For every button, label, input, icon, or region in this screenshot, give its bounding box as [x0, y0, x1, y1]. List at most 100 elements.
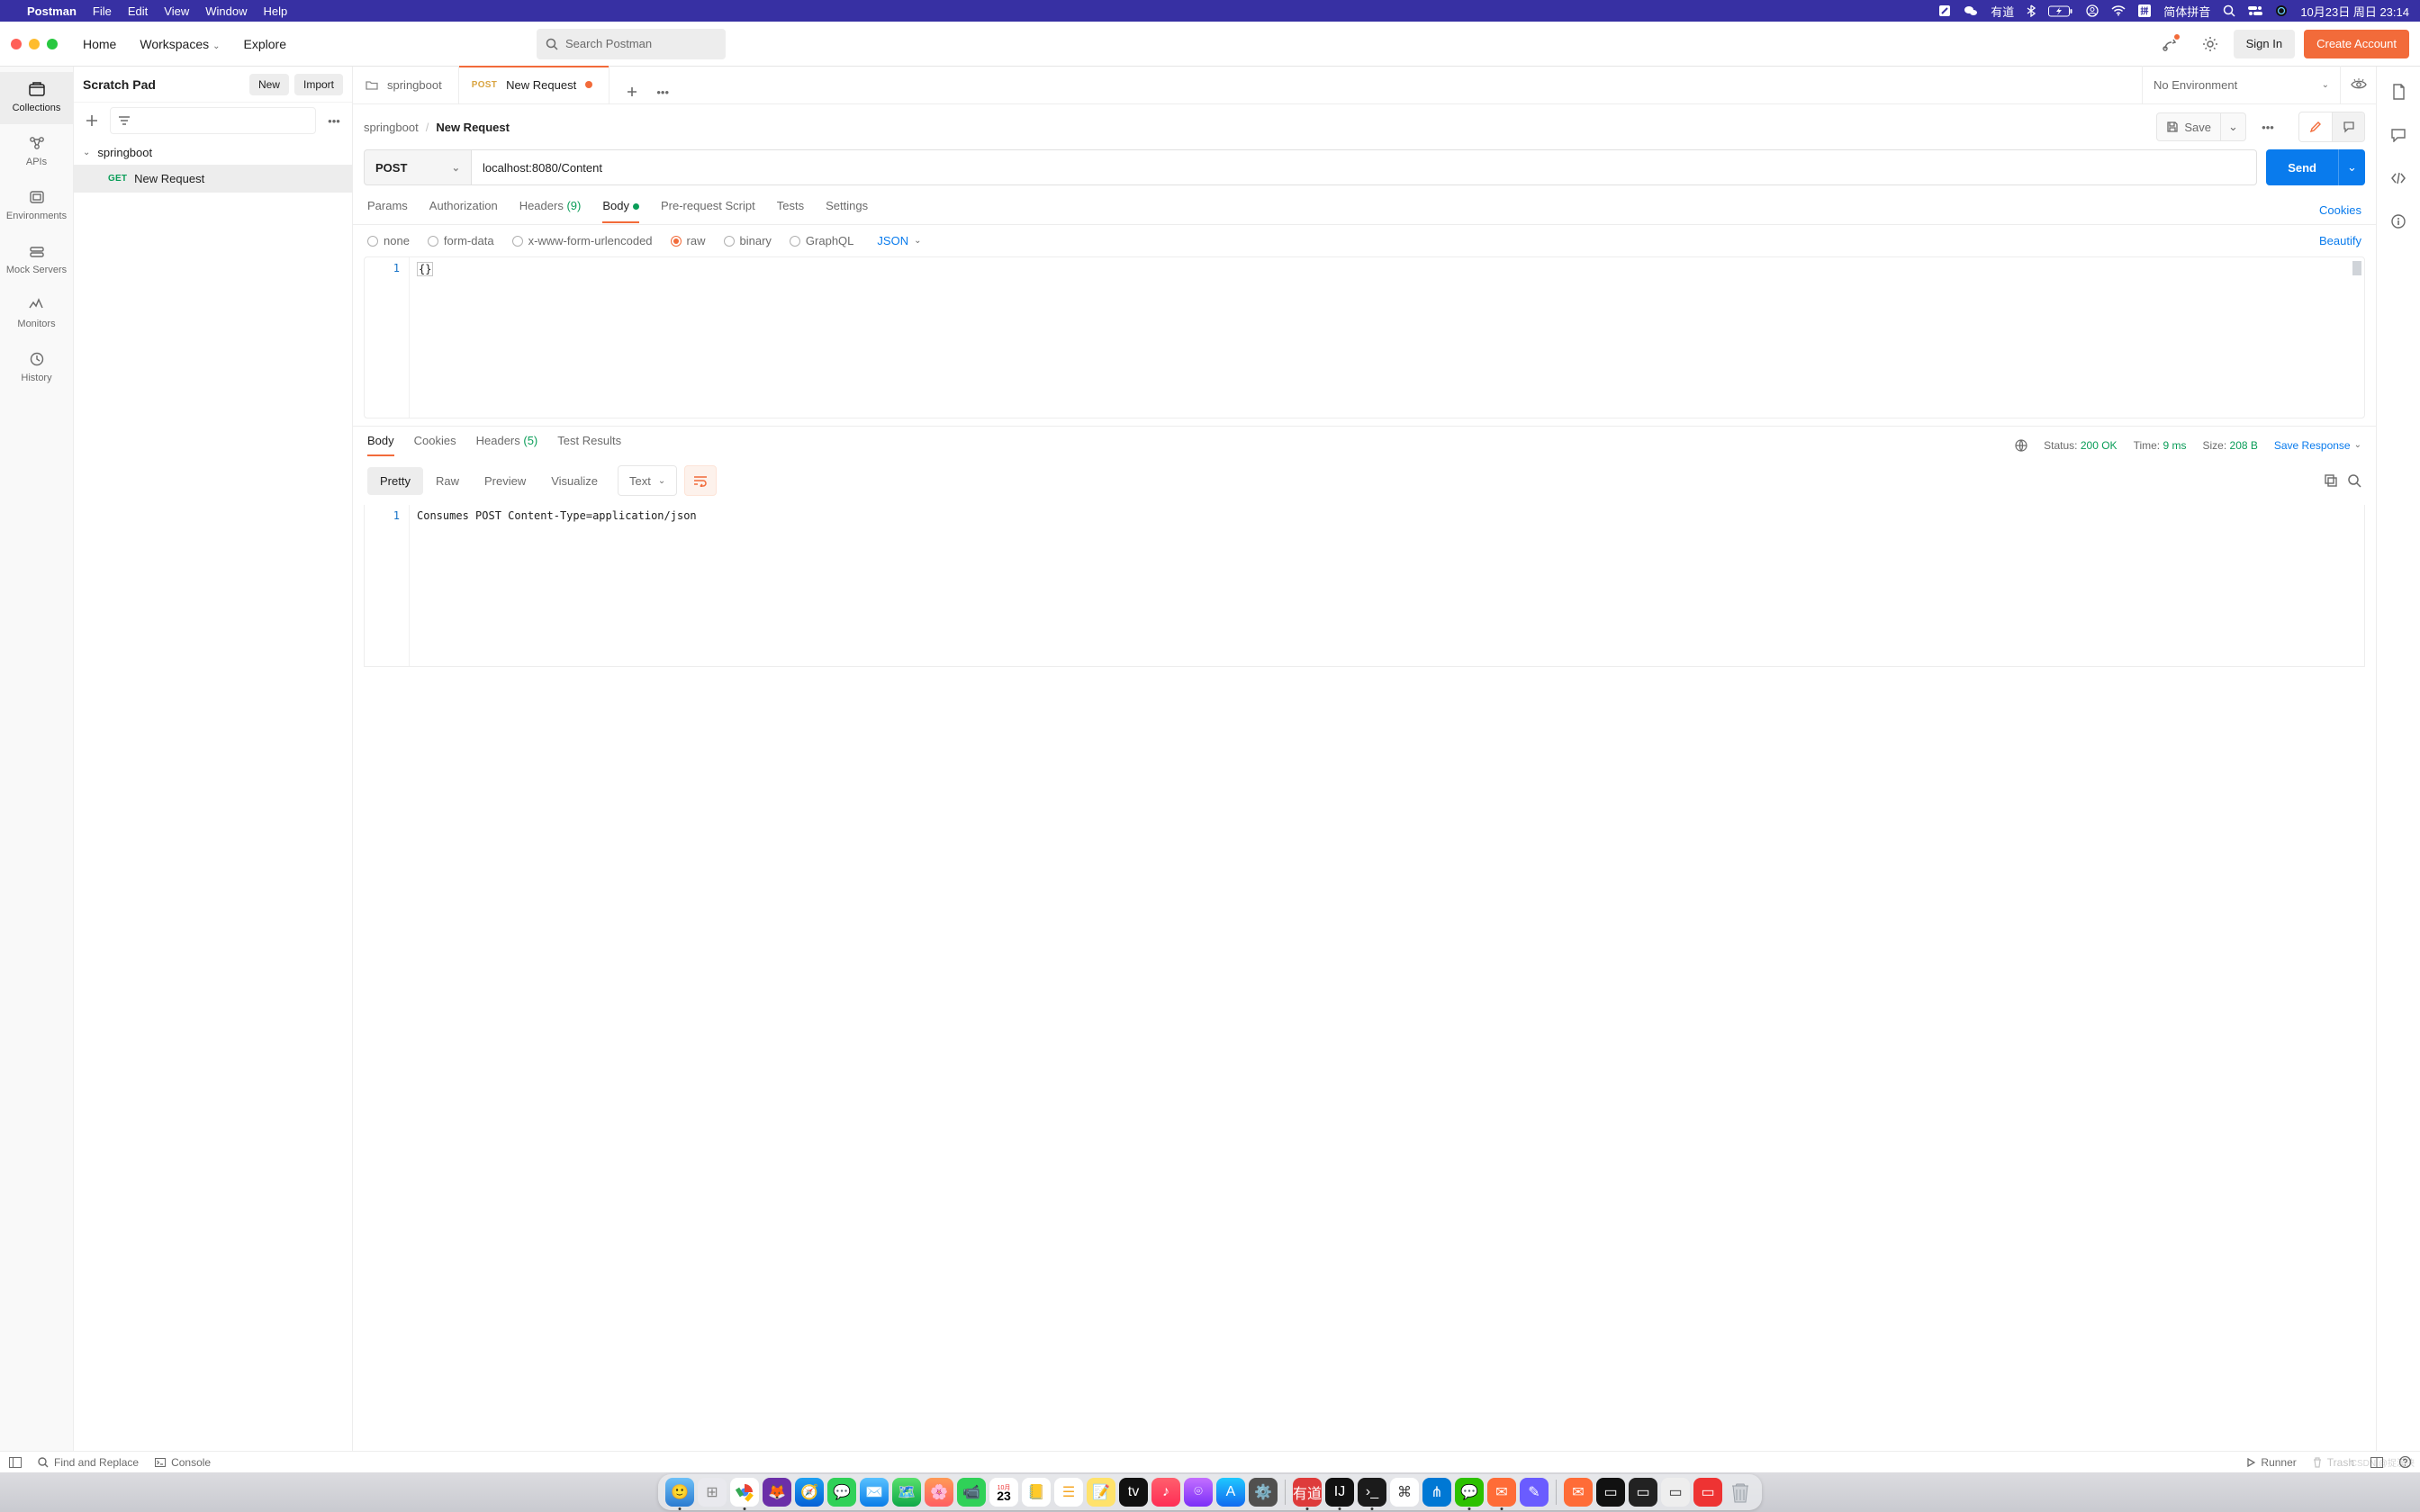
code-icon[interactable]	[2384, 164, 2413, 193]
response-type-dropdown[interactable]: Text⌄	[618, 465, 677, 496]
menu-window[interactable]: Window	[205, 4, 247, 18]
collection-springboot[interactable]: ⌄ springboot	[74, 140, 352, 165]
dock-recent-4[interactable]: ▭	[1693, 1478, 1722, 1507]
crumb-request-name[interactable]: New Request	[436, 121, 510, 134]
send-button[interactable]: Send	[2266, 149, 2338, 185]
dock-recent-3[interactable]: ▭	[1661, 1478, 1690, 1507]
rail-apis[interactable]: APIs	[0, 126, 73, 178]
tab-tests[interactable]: Tests	[777, 199, 804, 222]
import-button[interactable]: Import	[294, 74, 343, 95]
editor-content[interactable]: {}	[410, 257, 2364, 418]
dock-appstore[interactable]: A	[1216, 1478, 1245, 1507]
new-tab-icon[interactable]	[620, 80, 644, 104]
tab-settings[interactable]: Settings	[826, 199, 868, 222]
dock-podcasts[interactable]: ⌾	[1184, 1478, 1213, 1507]
save-button[interactable]: Save	[2156, 112, 2221, 141]
dock-recent-2[interactable]: ▭	[1629, 1478, 1657, 1507]
resp-tab-headers[interactable]: Headers (5)	[476, 434, 538, 456]
status-screen-icon[interactable]	[1938, 4, 1951, 17]
body-type-binary[interactable]: binary	[724, 234, 772, 248]
resp-view-visualize[interactable]: Visualize	[538, 467, 610, 495]
dock-vscode[interactable]: ⋔	[1422, 1478, 1451, 1507]
resp-view-preview[interactable]: Preview	[472, 467, 538, 495]
dock-chrome[interactable]	[730, 1478, 759, 1507]
dock-calendar[interactable]: 10月23	[989, 1478, 1018, 1507]
dock-photos[interactable]: 🌸	[925, 1478, 953, 1507]
status-input-source-icon[interactable]: 拼	[2138, 4, 2151, 17]
dock-launchpad[interactable]: ⊞	[698, 1478, 727, 1507]
rail-environments[interactable]: Environments	[0, 180, 73, 232]
dock-xcode[interactable]: ⌘	[1390, 1478, 1419, 1507]
body-type-raw[interactable]: raw	[671, 234, 706, 248]
dock-maps[interactable]: 🗺️	[892, 1478, 921, 1507]
dock-app-purple[interactable]: ✎	[1520, 1478, 1549, 1507]
dock-recent-postman[interactable]: ✉	[1564, 1478, 1593, 1507]
create-account-button[interactable]: Create Account	[2304, 30, 2409, 58]
view-comment-icon[interactable]	[2332, 112, 2364, 141]
resp-tab-cookies[interactable]: Cookies	[414, 434, 456, 456]
runner-button[interactable]: Runner	[2246, 1456, 2296, 1469]
dock-contacts[interactable]: 📒	[1022, 1478, 1051, 1507]
tab-params[interactable]: Params	[367, 199, 408, 222]
minimize-window-icon[interactable]	[29, 39, 40, 50]
response-body[interactable]: 1 Consumes POST Content-Type=application…	[364, 505, 2365, 667]
tab-authorization[interactable]: Authorization	[429, 199, 498, 222]
raw-type-dropdown[interactable]: JSON⌄	[877, 234, 921, 248]
resp-view-pretty[interactable]: Pretty	[367, 467, 423, 495]
rail-collections[interactable]: Collections	[0, 72, 73, 124]
settings-icon[interactable]	[2196, 30, 2225, 58]
menubar-app-name[interactable]: Postman	[27, 4, 77, 18]
nav-home[interactable]: Home	[76, 32, 123, 57]
save-response-button[interactable]: Save Response ⌄	[2274, 439, 2361, 452]
resp-view-raw[interactable]: Raw	[423, 467, 472, 495]
rail-monitors[interactable]: Monitors	[0, 288, 73, 340]
global-search[interactable]: Search Postman	[537, 29, 726, 59]
body-type-none[interactable]: none	[367, 234, 410, 248]
rail-mock-servers[interactable]: Mock Servers	[0, 234, 73, 286]
tab-request[interactable]: POST New Request	[459, 66, 610, 104]
dock-safari[interactable]: 🧭	[795, 1478, 824, 1507]
http-method-dropdown[interactable]: POST⌄	[364, 149, 472, 185]
menu-file[interactable]: File	[93, 4, 112, 18]
dock-recent-1[interactable]: ▭	[1596, 1478, 1625, 1507]
view-edit-icon[interactable]	[2299, 112, 2332, 141]
dock-wechat[interactable]: 💬	[1455, 1478, 1484, 1507]
find-replace-button[interactable]: Find and Replace	[38, 1456, 139, 1469]
sidebar-toggle-icon[interactable]	[9, 1457, 22, 1468]
trash-button[interactable]: Trash	[2313, 1456, 2354, 1469]
body-type-xwww[interactable]: x-www-form-urlencoded	[512, 234, 653, 248]
crumb-collection[interactable]: springboot	[364, 121, 419, 134]
sidebar-more-icon[interactable]: •••	[321, 108, 347, 133]
fullscreen-window-icon[interactable]	[47, 39, 58, 50]
documentation-icon[interactable]	[2384, 77, 2413, 106]
menu-help[interactable]: Help	[263, 4, 287, 18]
status-user-icon[interactable]	[2086, 4, 2099, 17]
status-wechat-icon[interactable]	[1964, 4, 1978, 17]
menu-view[interactable]: View	[164, 4, 189, 18]
dock-trash[interactable]	[1726, 1478, 1755, 1507]
dock-messages[interactable]: 💬	[827, 1478, 856, 1507]
window-controls[interactable]	[11, 39, 58, 50]
tabs-more-icon[interactable]: •••	[651, 80, 674, 104]
console-button[interactable]: Console	[155, 1456, 211, 1469]
body-type-graphql[interactable]: GraphQL	[790, 234, 853, 248]
dock-music[interactable]: ♪	[1151, 1478, 1180, 1507]
status-siri-icon[interactable]	[2275, 4, 2288, 17]
body-editor[interactable]: 1 {}	[364, 256, 2365, 418]
status-bluetooth-icon[interactable]	[2027, 4, 2036, 17]
dock-terminal[interactable]: ›_	[1358, 1478, 1386, 1507]
environment-selector[interactable]: No Environment ⌄	[2142, 66, 2340, 104]
dock-firefox[interactable]: 🦊	[763, 1478, 791, 1507]
search-response-icon[interactable]	[2347, 473, 2361, 488]
request-more-icon[interactable]: •••	[2253, 112, 2282, 141]
comments-icon[interactable]	[2384, 121, 2413, 149]
dock-postman[interactable]: ✉	[1487, 1478, 1516, 1507]
filter-input[interactable]	[110, 107, 316, 134]
dock-youdao[interactable]: 有道	[1293, 1478, 1322, 1507]
tab-body[interactable]: Body	[602, 199, 639, 222]
cookies-link[interactable]: Cookies	[2319, 203, 2361, 217]
dock-notes[interactable]: 📝	[1087, 1478, 1115, 1507]
dock-tv[interactable]: tv	[1119, 1478, 1148, 1507]
save-dropdown[interactable]: ⌄	[2221, 112, 2246, 141]
status-control-center-icon[interactable]	[2248, 5, 2262, 16]
